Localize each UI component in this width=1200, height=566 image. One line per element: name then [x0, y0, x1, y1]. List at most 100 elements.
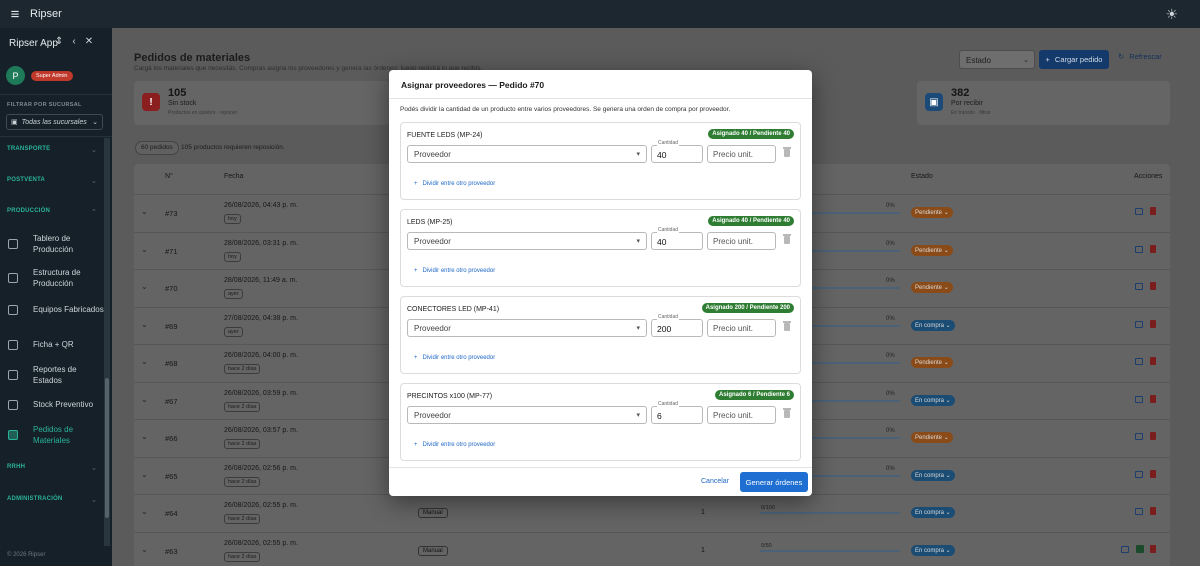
quantity-field[interactable]: 40	[651, 232, 703, 250]
table-row[interactable]: ⌄ #63 26/08/2026, 02:55 p. m. hace 2 días Ma…	[134, 531, 1170, 566]
sidebar-item-reportes[interactable]: Reportes de Estados	[0, 364, 104, 386]
split-provider-link[interactable]: + Dividir entre otro proveedor	[414, 181, 495, 187]
delete-icon[interactable]	[1150, 282, 1156, 290]
sidebar-scrollbar[interactable]	[104, 138, 110, 546]
provider-select[interactable]: Proveedor ▾	[407, 319, 647, 337]
edit-icon[interactable]	[1135, 470, 1143, 478]
delete-icon[interactable]	[1150, 207, 1156, 215]
swap-icon[interactable]: ⇕	[55, 36, 63, 47]
expand-row-icon[interactable]: ⌄	[141, 282, 148, 291]
theme-toggle-icon[interactable]: ☀	[1165, 6, 1178, 23]
expand-row-icon[interactable]: ⌄	[141, 245, 148, 254]
estado-filter-select[interactable]: Estado ⌄	[959, 50, 1035, 69]
delete-icon[interactable]	[1150, 469, 1156, 478]
status-badge[interactable]: En compra ⌄	[911, 394, 955, 406]
branch-select[interactable]: ▣ Todas las sucursales ⌄	[6, 114, 103, 130]
cargar-pedido-button[interactable]: + Cargar pedido	[1039, 50, 1109, 69]
col-header-fecha: Fecha	[224, 173, 244, 180]
unit-price-field[interactable]: Precio unit.	[707, 406, 776, 424]
delete-icon[interactable]	[783, 147, 791, 157]
provider-select[interactable]: Proveedor ▾	[407, 406, 647, 424]
provider-select[interactable]: Proveedor ▾	[407, 232, 647, 250]
unit-price-field[interactable]: Precio unit.	[707, 319, 776, 337]
sidebar-item-estructura[interactable]: Estructura de Producción	[0, 267, 104, 289]
delete-icon[interactable]	[783, 321, 791, 331]
status-label: En compra	[915, 547, 945, 554]
delete-icon[interactable]	[1150, 394, 1156, 403]
provider-select[interactable]: Proveedor ▾	[407, 145, 647, 163]
delete-icon[interactable]	[1150, 357, 1156, 365]
relative-date-chip: hace 2 días	[224, 514, 261, 524]
delete-icon[interactable]	[1150, 432, 1156, 440]
delete-icon[interactable]	[783, 234, 791, 244]
sidebar-item-pedidos[interactable]: Pedidos de Materiales	[0, 424, 104, 446]
generate-orders-button[interactable]: Generar órdenes	[740, 472, 808, 492]
avatar[interactable]: P	[6, 66, 25, 85]
sidebar-item-equipos[interactable]: Equipos Fabricados	[0, 304, 104, 315]
status-badge[interactable]: Pendiente ⌄	[911, 432, 953, 443]
unit-price-field[interactable]: Precio unit.	[707, 232, 776, 250]
edit-icon[interactable]	[1135, 245, 1143, 253]
status-badge[interactable]: En compra ⌄	[911, 507, 955, 518]
chevron-icon: ⌄	[91, 465, 98, 472]
sidebar-item-ficha[interactable]: Ficha + QR	[0, 339, 104, 350]
delete-icon[interactable]	[1150, 319, 1156, 328]
status-badge[interactable]: Pendiente ⌄	[911, 207, 953, 218]
receive-icon[interactable]	[1136, 544, 1144, 553]
split-provider-link[interactable]: + Dividir entre otro proveedor	[414, 268, 495, 274]
delete-icon[interactable]	[1150, 544, 1156, 553]
close-icon[interactable]: ✕	[85, 36, 93, 47]
edit-icon[interactable]	[1121, 545, 1129, 553]
split-provider-link[interactable]: + Dividir entre otro proveedor	[414, 355, 495, 361]
sidebar-footer: © 2026 Ripser	[7, 552, 46, 558]
collapse-icon[interactable]: ‹	[72, 36, 75, 47]
expand-row-icon[interactable]: ⌄	[141, 357, 148, 366]
quantity-field[interactable]: 200	[651, 319, 703, 337]
menu-icon[interactable]: ≡	[0, 6, 30, 23]
expand-row-icon[interactable]: ⌄	[141, 320, 148, 329]
status-badge[interactable]: Pendiente ⌄	[911, 357, 953, 368]
edit-icon[interactable]	[1135, 395, 1143, 403]
assign-providers-dialog: Asignar proveedores — Pedido #70 Podés d…	[389, 70, 812, 496]
edit-icon[interactable]	[1135, 208, 1143, 215]
expand-row-icon[interactable]: ⌄	[141, 545, 148, 554]
stat-card-sin-stock[interactable]: ! 105 Sin stock Productos en quiebre · r…	[134, 81, 389, 125]
status-badge[interactable]: En compra ⌄	[911, 469, 955, 481]
section-rrhh[interactable]: RRHH ⌄	[7, 464, 97, 472]
quantity-field[interactable]: 6	[651, 406, 703, 424]
delete-icon[interactable]	[783, 408, 791, 418]
stat-card-por-recibir[interactable]: ▣ 382 Por recibir En tránsito · filtrar	[917, 81, 1170, 125]
table-row[interactable]: ⌄ #64 26/08/2026, 02:55 p. m. hace 2 días Ma…	[134, 494, 1170, 531]
section-transporte[interactable]: TRANSPORTE ⌄	[7, 146, 97, 154]
user-info[interactable]: P Super Admin	[6, 66, 73, 85]
cancel-button[interactable]: Cancelar	[701, 478, 729, 485]
status-badge[interactable]: En compra ⌄	[911, 544, 955, 556]
expand-row-icon[interactable]: ⌄	[141, 395, 148, 404]
status-badge[interactable]: Pendiente ⌄	[911, 282, 953, 293]
section-administracion[interactable]: ADMINISTRACIÓN ⌄	[7, 496, 97, 504]
edit-icon[interactable]	[1135, 320, 1143, 328]
edit-icon[interactable]	[1135, 433, 1143, 440]
pedidos-count-chip[interactable]: 60 pedidos	[135, 141, 179, 155]
progress-percent: 0%	[886, 203, 895, 209]
delete-icon[interactable]	[1150, 244, 1156, 253]
edit-icon[interactable]	[1135, 358, 1143, 365]
unit-price-field[interactable]: Precio unit.	[707, 145, 776, 163]
refrescar-button[interactable]: ↻ Refrescar	[1118, 52, 1162, 61]
expand-row-icon[interactable]: ⌄	[141, 432, 148, 441]
expand-row-icon[interactable]: ⌄	[141, 470, 148, 479]
quantity-field[interactable]: 40	[651, 145, 703, 163]
status-badge[interactable]: En compra ⌄	[911, 319, 955, 331]
section-postventa[interactable]: POSTVENTA ⌄	[7, 177, 97, 185]
sidebar-item-tablero[interactable]: Tablero de Producción	[0, 233, 104, 255]
scrollbar-thumb[interactable]	[105, 378, 109, 518]
status-badge[interactable]: Pendiente ⌄	[911, 244, 953, 256]
sidebar-item-stock[interactable]: Stock Preventivo	[0, 399, 104, 410]
expand-row-icon[interactable]: ⌄	[141, 207, 148, 216]
edit-icon[interactable]	[1135, 283, 1143, 290]
expand-row-icon[interactable]: ⌄	[141, 507, 148, 516]
edit-icon[interactable]	[1135, 508, 1143, 515]
delete-icon[interactable]	[1150, 507, 1156, 515]
split-provider-link[interactable]: + Dividir entre otro proveedor	[414, 442, 495, 448]
section-produccion[interactable]: PRODUCCIÓN ⌃	[7, 208, 97, 216]
